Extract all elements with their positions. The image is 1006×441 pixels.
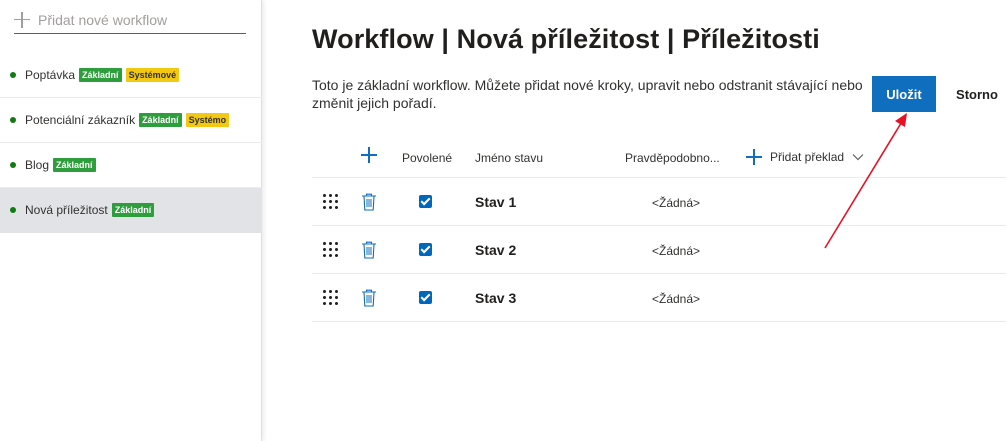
workflow-item-label: Potenciální zákazník — [25, 113, 136, 127]
probability-value[interactable]: <Žádná> — [652, 292, 700, 306]
add-translation-label: Přidat překlad — [770, 150, 845, 164]
cancel-button[interactable]: Storno — [942, 76, 1006, 112]
workflow-item-label: Blog — [25, 158, 50, 172]
drag-grip-icon[interactable] — [323, 194, 339, 210]
workflow-item-poptavka[interactable]: Poptávka Základní Systémové — [0, 53, 262, 98]
badge-basic: Základní — [139, 113, 182, 127]
plus-icon — [746, 149, 762, 165]
status-dot — [10, 207, 16, 213]
table-row: Stav 3 <Žádná> — [312, 274, 1006, 322]
badge-system: Systémové — [125, 68, 180, 82]
enabled-checkbox[interactable] — [419, 195, 432, 208]
add-state-plus-icon[interactable] — [361, 147, 377, 163]
plus-icon — [14, 11, 30, 28]
drag-grip-icon[interactable] — [323, 242, 339, 258]
probability-value[interactable]: <Žádná> — [652, 196, 700, 210]
workflow-sidebar: Přidat nové workflow Poptávka Základní S… — [0, 0, 262, 441]
chevron-down-icon — [852, 154, 864, 161]
enabled-checkbox[interactable] — [419, 291, 432, 304]
workflow-item-label: Nová příležitost — [25, 203, 108, 217]
workflow-item-potencialni-zakaznik[interactable]: Potenciální zákazník Základní Systémo — [0, 98, 262, 143]
workflow-item-nova-prilezitost[interactable]: Nová příležitost Základní — [0, 188, 262, 233]
state-name[interactable]: Stav 3 — [475, 290, 516, 306]
page-description: Toto je základní workflow. Můžete přidat… — [312, 77, 863, 111]
grid-header: Povolené Jméno stavu Pravděpodobno... Př… — [312, 134, 1006, 178]
workflow-list: Poptávka Základní Systémové Potenciální … — [0, 53, 262, 233]
page-title: Workflow | Nová příležitost | Příležitos… — [312, 24, 820, 54]
table-row: Stav 2 <Žádná> — [312, 226, 1006, 274]
status-dot — [10, 162, 16, 168]
badge-basic: Základní — [111, 203, 155, 217]
column-state-name: Jméno stavu — [475, 151, 544, 165]
add-workflow-input[interactable]: Přidat nové workflow — [14, 6, 246, 34]
trash-icon[interactable] — [361, 193, 377, 211]
column-enabled: Povolené — [402, 151, 453, 165]
enabled-checkbox[interactable] — [419, 243, 432, 256]
add-translation-button[interactable]: Přidat překlad — [746, 148, 864, 166]
workflow-item-blog[interactable]: Blog Základní — [0, 143, 262, 188]
state-name[interactable]: Stav 1 — [475, 194, 516, 210]
workflow-item-label: Poptávka — [25, 68, 76, 82]
trash-icon[interactable] — [361, 241, 377, 259]
column-probability[interactable]: Pravděpodobno... — [625, 151, 720, 165]
table-row: Stav 1 <Žádná> — [312, 178, 1006, 226]
probability-value[interactable]: <Žádná> — [652, 244, 700, 258]
save-button[interactable]: Uložit — [872, 76, 936, 112]
state-name[interactable]: Stav 2 — [475, 242, 516, 258]
trash-icon[interactable] — [361, 289, 377, 307]
drag-grip-icon[interactable] — [323, 290, 339, 306]
add-workflow-placeholder: Přidat nové workflow — [38, 11, 168, 28]
badge-basic: Základní — [53, 158, 96, 172]
badge-system: Systémo — [185, 113, 230, 127]
status-dot — [10, 72, 16, 78]
badge-basic: Základní — [79, 68, 122, 82]
status-dot — [10, 117, 16, 123]
